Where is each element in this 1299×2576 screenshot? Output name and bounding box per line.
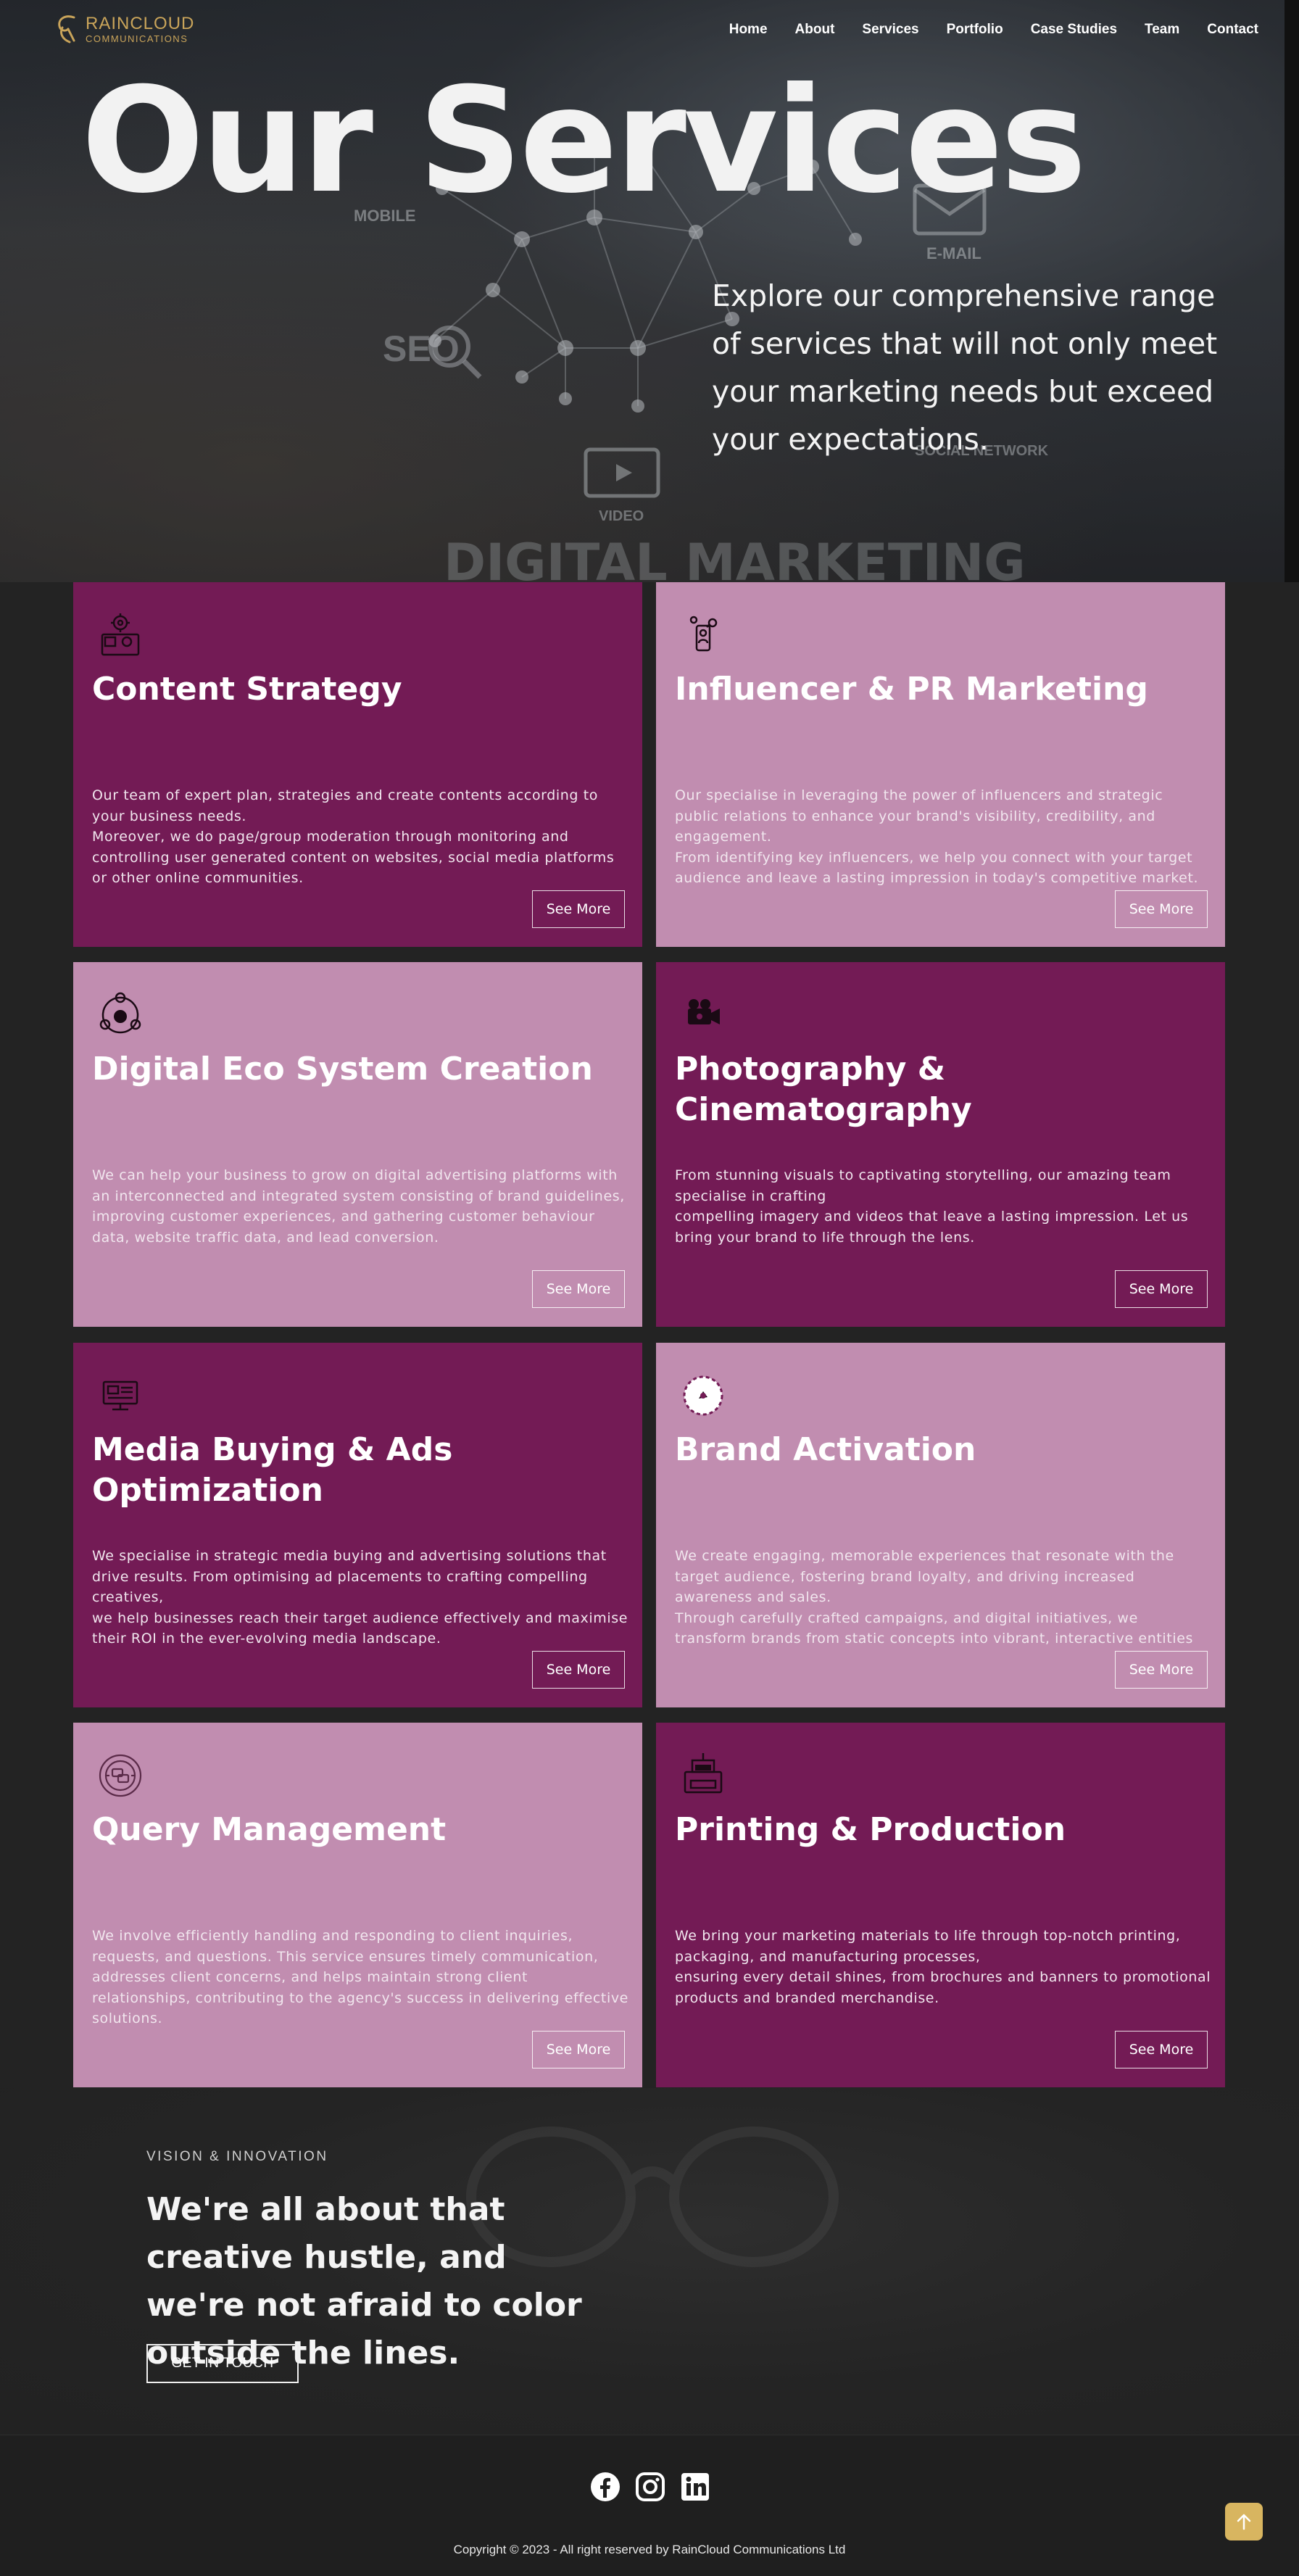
service-card-media-buying: Media Buying & Ads Optimization We speci… <box>73 1343 642 1707</box>
nav-about[interactable]: About <box>795 22 835 38</box>
service-card-brand-activation: Brand Activation We create engaging, mem… <box>656 1343 1225 1707</box>
brand-logo[interactable]: RAINCLOUD COMMUNICATIONS <box>52 13 194 45</box>
service-description: Our specialise in leveraging the power o… <box>675 787 1199 886</box>
hero-edge <box>1285 0 1299 582</box>
nav-contact[interactable]: Contact <box>1207 22 1258 38</box>
nav-portfolio[interactable]: Portfolio <box>947 22 1003 38</box>
nav-case-studies[interactable]: Case Studies <box>1031 22 1117 38</box>
hero-section: MOBILE E-MAIL SEO SOCIAL NETWORK VIDEO D… <box>0 0 1285 582</box>
service-description: We create engaging, memorable experience… <box>675 1548 1193 1647</box>
service-description: We can help your business to grow on dig… <box>92 1167 625 1246</box>
arrow-up-icon <box>1237 2514 1251 2530</box>
brand-name: RAINCLOUD <box>86 13 195 33</box>
service-title: Printing & Production <box>675 1811 1066 1848</box>
service-title: Content Strategy <box>92 671 402 708</box>
nav-home[interactable]: Home <box>729 22 768 38</box>
content-strategy-icon <box>101 613 140 656</box>
vision-section: VISION & INNOVATION We're all about that… <box>0 2088 1299 2435</box>
service-description: We bring your marketing materials to lif… <box>675 1928 1211 2006</box>
service-description: From stunning visuals to captivating sto… <box>675 1167 1189 1246</box>
service-title: Influencer & PR Marketing <box>675 671 1148 708</box>
hero-subtitle: Explore our comprehensive range of servi… <box>712 278 1218 457</box>
main-nav: Home About Services Portfolio Case Studi… <box>729 22 1258 38</box>
see-more-button[interactable]: See More <box>1115 890 1208 928</box>
service-card-digital-eco-system: Digital Eco System Creation We can help … <box>73 962 642 1327</box>
service-card-content-strategy: Content Strategy Our team of expert plan… <box>73 582 642 947</box>
query-management-icon <box>99 1754 142 1797</box>
service-card-photography: Photography & Cinematography From stunni… <box>656 962 1225 1327</box>
service-title: Digital Eco System Creation <box>92 1051 593 1088</box>
camera-icon <box>688 999 720 1024</box>
service-title: Media Buying & Ads Optimization <box>92 1431 453 1509</box>
printer-icon <box>684 1753 723 1794</box>
see-more-button[interactable]: See More <box>532 1651 625 1689</box>
ecosystem-icon <box>99 992 141 1034</box>
nav-team[interactable]: Team <box>1145 22 1179 38</box>
see-more-button[interactable]: See More <box>1115 1270 1208 1308</box>
social-links <box>590 2472 710 2502</box>
back-to-top-button[interactable] <box>1225 2503 1263 2540</box>
influencer-icon <box>689 616 718 652</box>
linkedin-icon[interactable] <box>680 2472 710 2502</box>
service-card-printing: Printing & Production We bring your mark… <box>656 1723 1225 2087</box>
instagram-icon[interactable] <box>635 2472 665 2502</box>
page-title: Our Services <box>81 57 1087 225</box>
see-more-button[interactable]: See More <box>532 890 625 928</box>
service-title: Photography & Cinematography <box>675 1051 972 1128</box>
get-in-touch-button[interactable]: GET IN TOUCH <box>146 2344 299 2383</box>
service-card-query-management: Query Management We involve efficiently … <box>73 1723 642 2087</box>
see-more-button[interactable]: See More <box>1115 2031 1208 2068</box>
media-buying-icon <box>102 1380 138 1411</box>
raincloud-logo-icon <box>58 15 75 44</box>
service-title: Query Management <box>92 1811 447 1848</box>
footer: Copyright © 2023 - All right reserved by… <box>0 2435 1299 2576</box>
brand-activation-icon <box>683 1375 723 1416</box>
service-description: Our team of expert plan, strategies and … <box>92 787 615 886</box>
brand-tagline: COMMUNICATIONS <box>86 33 188 44</box>
copyright-text: Copyright © 2023 - All right reserved by… <box>453 2543 846 2556</box>
service-title: Brand Activation <box>675 1431 976 1468</box>
facebook-icon[interactable] <box>590 2472 621 2502</box>
service-description: We involve efficiently handling and resp… <box>92 1928 628 2026</box>
see-more-button[interactable]: See More <box>532 2031 625 2068</box>
vision-kicker: VISION & INNOVATION <box>146 2149 328 2164</box>
nav-services[interactable]: Services <box>862 22 918 38</box>
see-more-button[interactable]: See More <box>1115 1651 1208 1689</box>
service-description: We specialise in strategic media buying … <box>92 1548 628 1647</box>
service-card-influencer-pr: Influencer & PR Marketing Our specialise… <box>656 582 1225 947</box>
see-more-button[interactable]: See More <box>532 1270 625 1308</box>
